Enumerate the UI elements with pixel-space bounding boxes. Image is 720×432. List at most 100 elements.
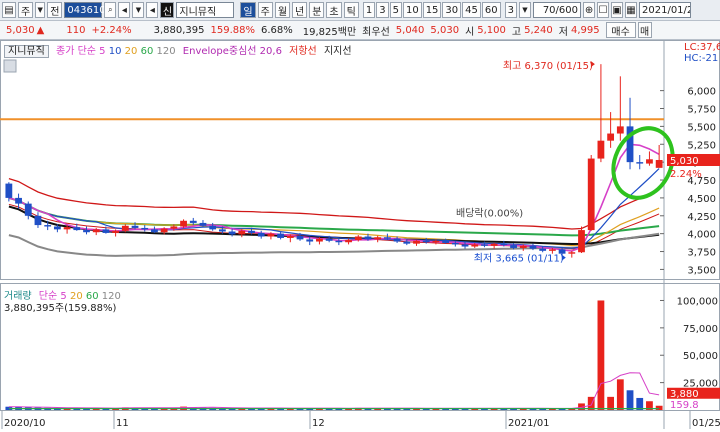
candle-body <box>92 229 100 233</box>
chevron-down-icon[interactable]: ▼ <box>132 2 145 18</box>
candle-body <box>616 126 624 134</box>
candle-body <box>180 220 187 227</box>
pct-tag: 2.24% <box>670 169 702 180</box>
interval-button-60[interactable]: 60 <box>481 2 501 18</box>
candle-body <box>636 162 644 164</box>
candle-body <box>393 238 401 242</box>
high-price: 5,240 <box>524 24 553 36</box>
candle-body <box>451 242 459 245</box>
candle-body <box>257 232 265 237</box>
interval-button-3[interactable]: 3 <box>376 2 389 18</box>
amount-value: 19,825백만 <box>302 26 357 38</box>
low-label: 저 <box>558 26 568 38</box>
low-annotation: 최저 3,665 (01/11) <box>474 253 564 265</box>
volume-icon[interactable]: ◂ <box>118 2 131 18</box>
price-axis-label: 6,000 <box>687 87 716 98</box>
price-tag: 5,030 <box>670 156 699 167</box>
calendar-icon[interactable]: ▦ <box>625 2 637 18</box>
candle-body <box>73 227 81 231</box>
candle-body <box>578 230 585 253</box>
dividend-annotation: 배당락(0.00%) <box>456 207 523 219</box>
interval-button-30[interactable]: 30 <box>442 2 462 18</box>
candle-body <box>112 230 120 233</box>
stock-code-input[interactable]: 043610 <box>64 2 106 18</box>
chevron-down-icon[interactable]: ▼ <box>35 2 46 18</box>
hc-value: HC:-21 <box>684 53 719 64</box>
candle-body <box>529 245 537 249</box>
period-tick-button[interactable]: 틱 <box>343 2 359 18</box>
search-icon[interactable]: ⌕ <box>104 2 117 18</box>
candle-body <box>325 238 333 241</box>
market2-select[interactable]: 전 <box>47 2 63 18</box>
period-minute-button[interactable]: 분 <box>309 2 325 18</box>
change-value: 110 <box>66 24 86 36</box>
volume-axis-label: 50,000 <box>683 351 718 362</box>
count-button[interactable]: 3 <box>504 2 517 18</box>
checkbox-icon[interactable]: ☐ <box>597 2 609 18</box>
change-percent: +2.24% <box>91 24 132 36</box>
price-chart[interactable]: 6,0005,7505,5005,2505,0004,7504,5004,250… <box>0 40 720 429</box>
period-month-button[interactable]: 월 <box>274 2 291 18</box>
envelope-lower-line <box>8 203 660 250</box>
candle-body <box>15 197 22 204</box>
high-annotation: 최고 6,370 (01/15) <box>503 60 593 72</box>
candle-body <box>189 220 197 223</box>
up-arrow-icon: ▲ <box>36 24 45 36</box>
candle-body <box>63 227 71 230</box>
interval-button-5[interactable]: 5 <box>389 2 402 18</box>
candle-body <box>228 231 236 235</box>
menu-icon[interactable]: ▤ <box>2 2 16 18</box>
period-day-button[interactable]: 일 <box>240 2 256 18</box>
candle-body <box>44 225 52 227</box>
best-quote-label: 최우선 <box>362 26 390 38</box>
date-field[interactable]: 2021/01/25 <box>639 2 691 18</box>
lc-value: LC:37,6 <box>684 42 720 53</box>
sell-button[interactable]: 매 <box>637 22 652 38</box>
ask-price: 5,040 <box>395 24 425 36</box>
buy-button[interactable]: 매수 <box>605 22 636 38</box>
legend-ma5: 5 <box>99 46 106 57</box>
price-panel-frame <box>0 40 720 280</box>
period-second-button[interactable]: 초 <box>326 2 342 18</box>
candle-body <box>121 225 129 231</box>
price-axis-label: 4,000 <box>687 230 716 241</box>
candle-body <box>248 230 255 233</box>
x-axis-label: 2021/01 <box>508 418 550 429</box>
legend-support: 지지선 <box>323 46 352 57</box>
prev-stock-button[interactable]: ◂ <box>146 2 159 18</box>
price-axis-label: 5,750 <box>687 105 716 116</box>
volume-value-legend: 3,880,395주(159.88%) <box>4 303 117 314</box>
candle-body <box>238 230 246 235</box>
candle-body <box>218 229 226 232</box>
candle-body <box>519 245 527 248</box>
open-label: 시 <box>465 26 475 38</box>
period-year-button[interactable]: 년 <box>292 2 308 18</box>
interval-button-45[interactable]: 45 <box>462 2 481 18</box>
crosshair-icon[interactable]: ⊕ <box>583 2 595 18</box>
candle-body <box>102 229 110 233</box>
stock-name-field[interactable]: 지니뮤직 <box>176 2 235 18</box>
market-select[interactable]: 주 <box>18 2 34 18</box>
chevron-down-icon[interactable]: ▼ <box>519 2 531 18</box>
ma10-line <box>8 168 660 249</box>
candle-body <box>160 228 168 233</box>
interval-button-10[interactable]: 10 <box>402 2 422 18</box>
low-price: 4,995 <box>570 24 600 36</box>
price-axis-label: 4,500 <box>687 194 716 205</box>
legend-stock-name: 지니뮤직 <box>4 45 49 58</box>
candle-body <box>481 244 488 246</box>
candle-body <box>364 236 372 240</box>
range-field[interactable]: 70/600 <box>533 2 581 18</box>
save-icon[interactable]: ▣ <box>611 2 623 18</box>
candle-body <box>151 229 158 233</box>
candle-body <box>354 236 362 241</box>
period-week-button[interactable]: 주 <box>257 2 273 18</box>
volume-ratio: 159.88% <box>210 24 256 36</box>
candle-body <box>335 240 343 243</box>
candle-body <box>403 241 411 244</box>
interval-button-15[interactable]: 15 <box>422 2 442 18</box>
interval-button-1[interactable]: 1 <box>362 2 376 18</box>
volume-pct-tag: 159.8 <box>670 400 699 411</box>
candle-body <box>209 225 217 230</box>
chart-canvas[interactable]: 6,0005,7505,5005,2505,0004,7504,5004,250… <box>0 40 720 429</box>
